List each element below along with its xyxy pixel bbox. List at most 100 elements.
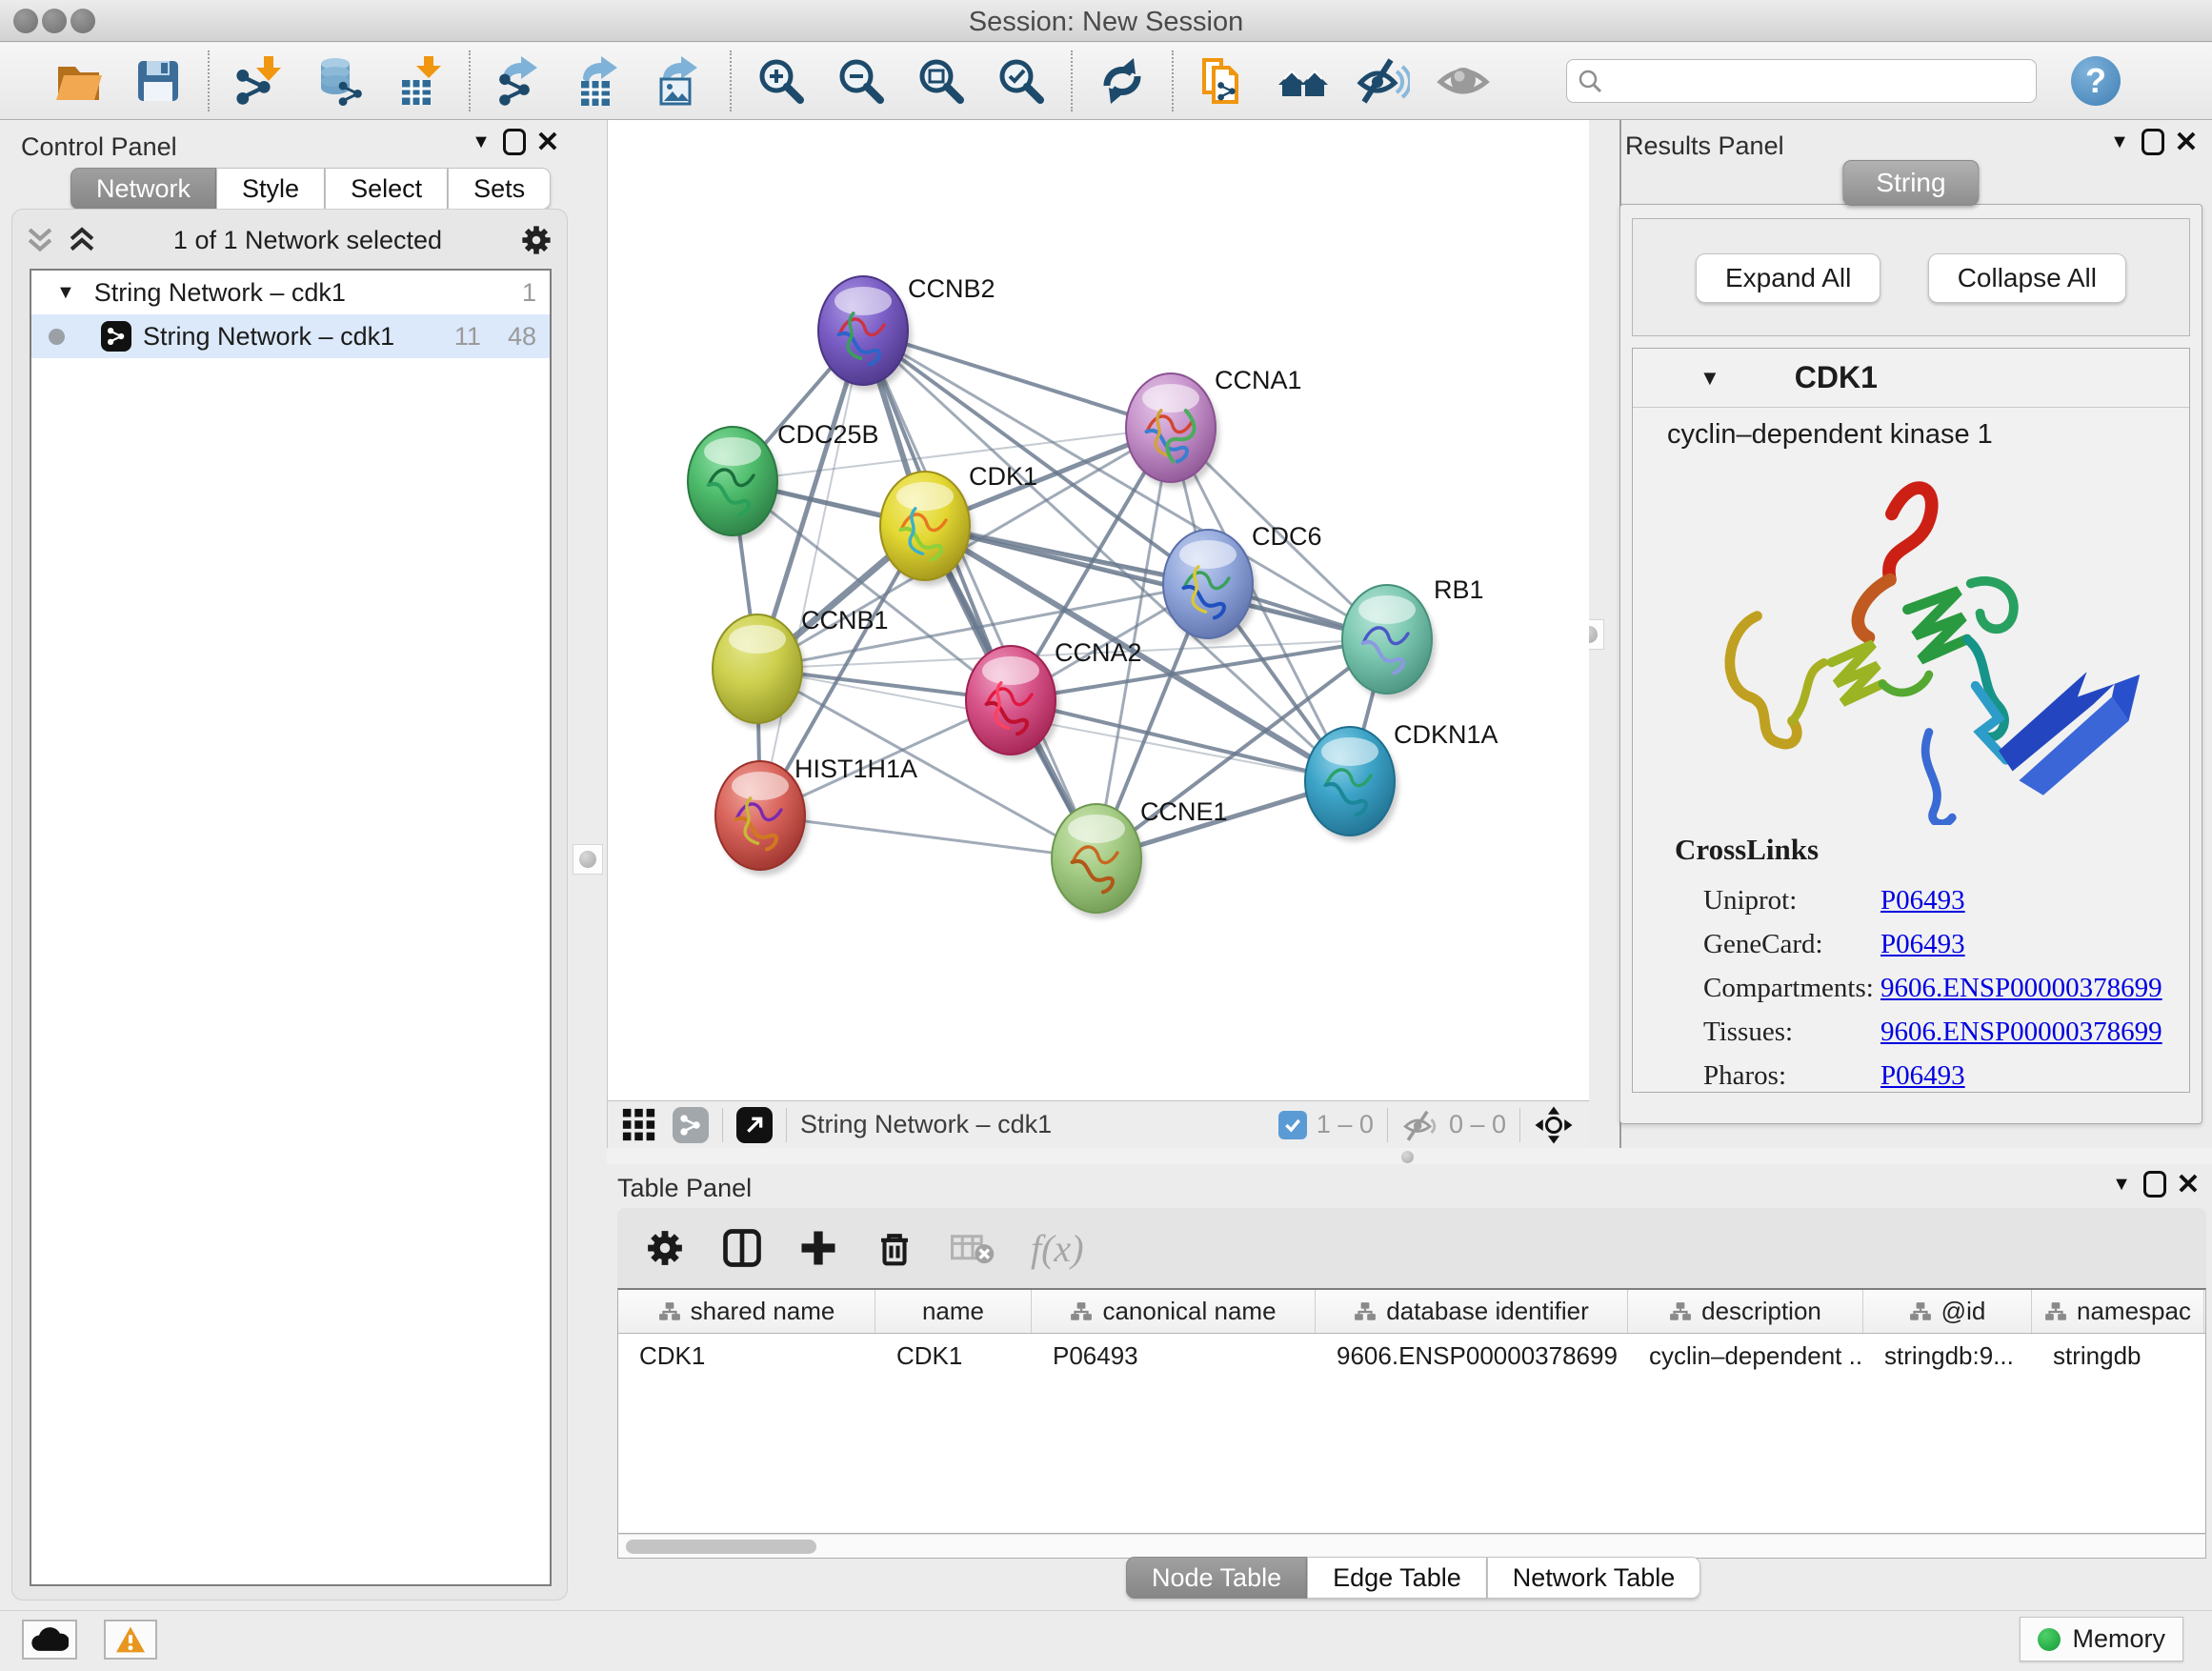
crosslink-link[interactable]: 9606.ENSP00000378699 bbox=[1880, 1017, 2162, 1048]
network-row[interactable]: String Network – cdk1 11 48 bbox=[31, 314, 550, 358]
crosslink-link[interactable]: P06493 bbox=[1880, 885, 1965, 916]
gray-eye-icon[interactable] bbox=[1437, 54, 1490, 108]
tree-expander-icon[interactable]: ▼ bbox=[56, 282, 75, 304]
zoom-out-icon[interactable] bbox=[835, 54, 888, 108]
delete-column-icon[interactable] bbox=[875, 1228, 915, 1268]
network-node-RB1[interactable]: RB1 bbox=[1342, 575, 1484, 699]
search-box[interactable] bbox=[1566, 59, 2037, 103]
crosshair-icon[interactable] bbox=[1534, 1105, 1574, 1145]
column-header-shared-name[interactable]: shared name bbox=[618, 1290, 875, 1333]
network-node-CDK1[interactable]: CDK1 bbox=[880, 462, 1037, 586]
network-node-HIST1H1A[interactable]: HIST1H1A bbox=[715, 755, 917, 876]
expand-all-button[interactable]: Expand All bbox=[1696, 253, 1880, 303]
table-horizontal-scrollbar[interactable] bbox=[617, 1534, 2206, 1559]
expand-all-networks-icon[interactable] bbox=[68, 226, 96, 254]
home-networks-icon[interactable] bbox=[1277, 54, 1330, 108]
network-view-title: String Network – cdk1 bbox=[800, 1110, 1052, 1139]
tab-string[interactable]: String bbox=[1842, 160, 1979, 206]
tab-sets[interactable]: Sets bbox=[448, 168, 551, 210]
column-header-database-identifier[interactable]: database identifier bbox=[1316, 1290, 1628, 1333]
cloud-button[interactable] bbox=[22, 1620, 77, 1660]
column-header-description[interactable]: description bbox=[1628, 1290, 1863, 1333]
tab-network-table[interactable]: Network Table bbox=[1487, 1557, 1701, 1599]
float-panel-icon[interactable] bbox=[503, 129, 526, 155]
add-column-icon[interactable] bbox=[798, 1228, 838, 1268]
selected-checkbox[interactable] bbox=[1278, 1111, 1307, 1139]
status-bar: Memory bbox=[0, 1610, 2212, 1671]
network-node-CDKN1A[interactable]: CDKN1A bbox=[1305, 720, 1498, 841]
function-builder-icon[interactable]: f(x) bbox=[1031, 1226, 1084, 1271]
table-row[interactable]: CDK1CDK1P064939606.ENSP00000378699cyclin… bbox=[618, 1334, 2205, 1378]
clone-network-icon[interactable] bbox=[1196, 54, 1250, 108]
network-node-CCNE1[interactable]: CCNE1 bbox=[1052, 797, 1228, 918]
column-header-namespac[interactable]: namespac bbox=[2032, 1290, 2204, 1333]
tab-node-table[interactable]: Node Table bbox=[1126, 1557, 1307, 1599]
export-network-icon[interactable] bbox=[493, 54, 547, 108]
collapse-all-button[interactable]: Collapse All bbox=[1928, 253, 2126, 303]
column-header-@id[interactable]: @id bbox=[1863, 1290, 2032, 1333]
network-node-CDC25B[interactable]: CDC25B bbox=[688, 420, 879, 541]
delete-table-icon[interactable] bbox=[951, 1229, 995, 1267]
network-collection-row[interactable]: ▼ String Network – cdk1 1 bbox=[31, 271, 550, 314]
close-panel-icon[interactable]: ✕ bbox=[532, 128, 564, 156]
network-node-CCNB2[interactable]: CCNB2 bbox=[818, 274, 995, 391]
gene-section-header[interactable]: ▼ CDK1 bbox=[1633, 349, 2189, 408]
search-input[interactable] bbox=[1603, 62, 2026, 100]
save-session-icon[interactable] bbox=[131, 54, 185, 108]
panel-menu-icon[interactable]: ▼ bbox=[2103, 128, 2136, 156]
help-button[interactable]: ? bbox=[2071, 56, 2121, 106]
close-panel-icon[interactable]: ✕ bbox=[2170, 128, 2202, 156]
refresh-icon[interactable] bbox=[1096, 54, 1149, 108]
export-image-icon[interactable] bbox=[654, 54, 707, 108]
warnings-button[interactable] bbox=[104, 1620, 157, 1660]
table-cell: 9606.ENSP00000378699 bbox=[1316, 1334, 1628, 1378]
zoom-selected-icon[interactable] bbox=[995, 54, 1048, 108]
network-selection-status: 1 of 1 Network selected bbox=[96, 226, 519, 255]
column-header-canonical-name[interactable]: canonical name bbox=[1032, 1290, 1316, 1333]
float-panel-icon[interactable] bbox=[2143, 1171, 2166, 1198]
grid-icon[interactable] bbox=[621, 1107, 657, 1143]
open-in-new-icon[interactable] bbox=[736, 1107, 773, 1143]
table-panel-tabs: Node TableEdge TableNetwork Table bbox=[1126, 1557, 1700, 1599]
memory-button[interactable]: Memory bbox=[2020, 1617, 2183, 1661]
share-icon[interactable] bbox=[673, 1107, 709, 1143]
toolbar-group bbox=[208, 50, 469, 111]
panel-menu-icon[interactable]: ▼ bbox=[465, 128, 497, 156]
zoom-fit-icon[interactable] bbox=[915, 54, 968, 108]
crosslink-label: Compartments: bbox=[1703, 973, 1880, 1004]
collapse-all-networks-icon[interactable] bbox=[26, 226, 54, 254]
network-view-canvas[interactable]: CCNB2 CCNA1 CDC25B CDK1 CDC6 RB1 CCNB1 bbox=[607, 120, 1589, 1100]
network-options-gear-icon[interactable] bbox=[519, 223, 553, 257]
column-header-name[interactable]: name bbox=[875, 1290, 1032, 1333]
import-network-icon[interactable] bbox=[232, 54, 286, 108]
tab-select[interactable]: Select bbox=[325, 168, 448, 210]
zoom-in-icon[interactable] bbox=[754, 54, 808, 108]
open-session-icon[interactable] bbox=[51, 54, 105, 108]
table-cell: P06493 bbox=[1032, 1334, 1316, 1378]
scrollbar-thumb[interactable] bbox=[626, 1540, 816, 1554]
crosslink-link[interactable]: 9606.ENSP00000378699 bbox=[1880, 973, 2162, 1004]
table-toolbar: f(x) bbox=[617, 1208, 2206, 1288]
tab-edge-table[interactable]: Edge Table bbox=[1307, 1557, 1487, 1599]
tab-style[interactable]: Style bbox=[216, 168, 325, 210]
hidden-eye-icon[interactable] bbox=[1401, 1106, 1439, 1144]
panel-menu-icon[interactable]: ▼ bbox=[2105, 1170, 2138, 1198]
float-panel-icon[interactable] bbox=[2142, 129, 2164, 155]
crosslink-link[interactable]: P06493 bbox=[1880, 929, 1965, 960]
left-splitter-handle[interactable] bbox=[573, 844, 603, 875]
split-columns-icon[interactable] bbox=[722, 1228, 762, 1268]
edge-CCNE1-HIST1H1A[interactable] bbox=[760, 815, 1096, 858]
export-table-icon[interactable] bbox=[573, 54, 627, 108]
close-panel-icon[interactable]: ✕ bbox=[2172, 1170, 2204, 1198]
gear-icon[interactable] bbox=[644, 1227, 686, 1269]
crosslink-link[interactable]: P06493 bbox=[1880, 1060, 1965, 1092]
network-node-CDC6[interactable]: CDC6 bbox=[1163, 522, 1322, 644]
titlebar: Session: New Session bbox=[0, 0, 2212, 42]
import-database-icon[interactable] bbox=[312, 54, 366, 108]
section-expander-icon[interactable]: ▼ bbox=[1699, 366, 1720, 391]
toolbar-group bbox=[1071, 50, 1172, 111]
import-table-icon[interactable] bbox=[392, 54, 446, 108]
hide-graphics-icon[interactable] bbox=[1357, 54, 1410, 108]
tab-network[interactable]: Network bbox=[70, 168, 216, 210]
network-node-CCNB1[interactable]: CCNB1 bbox=[713, 606, 889, 729]
